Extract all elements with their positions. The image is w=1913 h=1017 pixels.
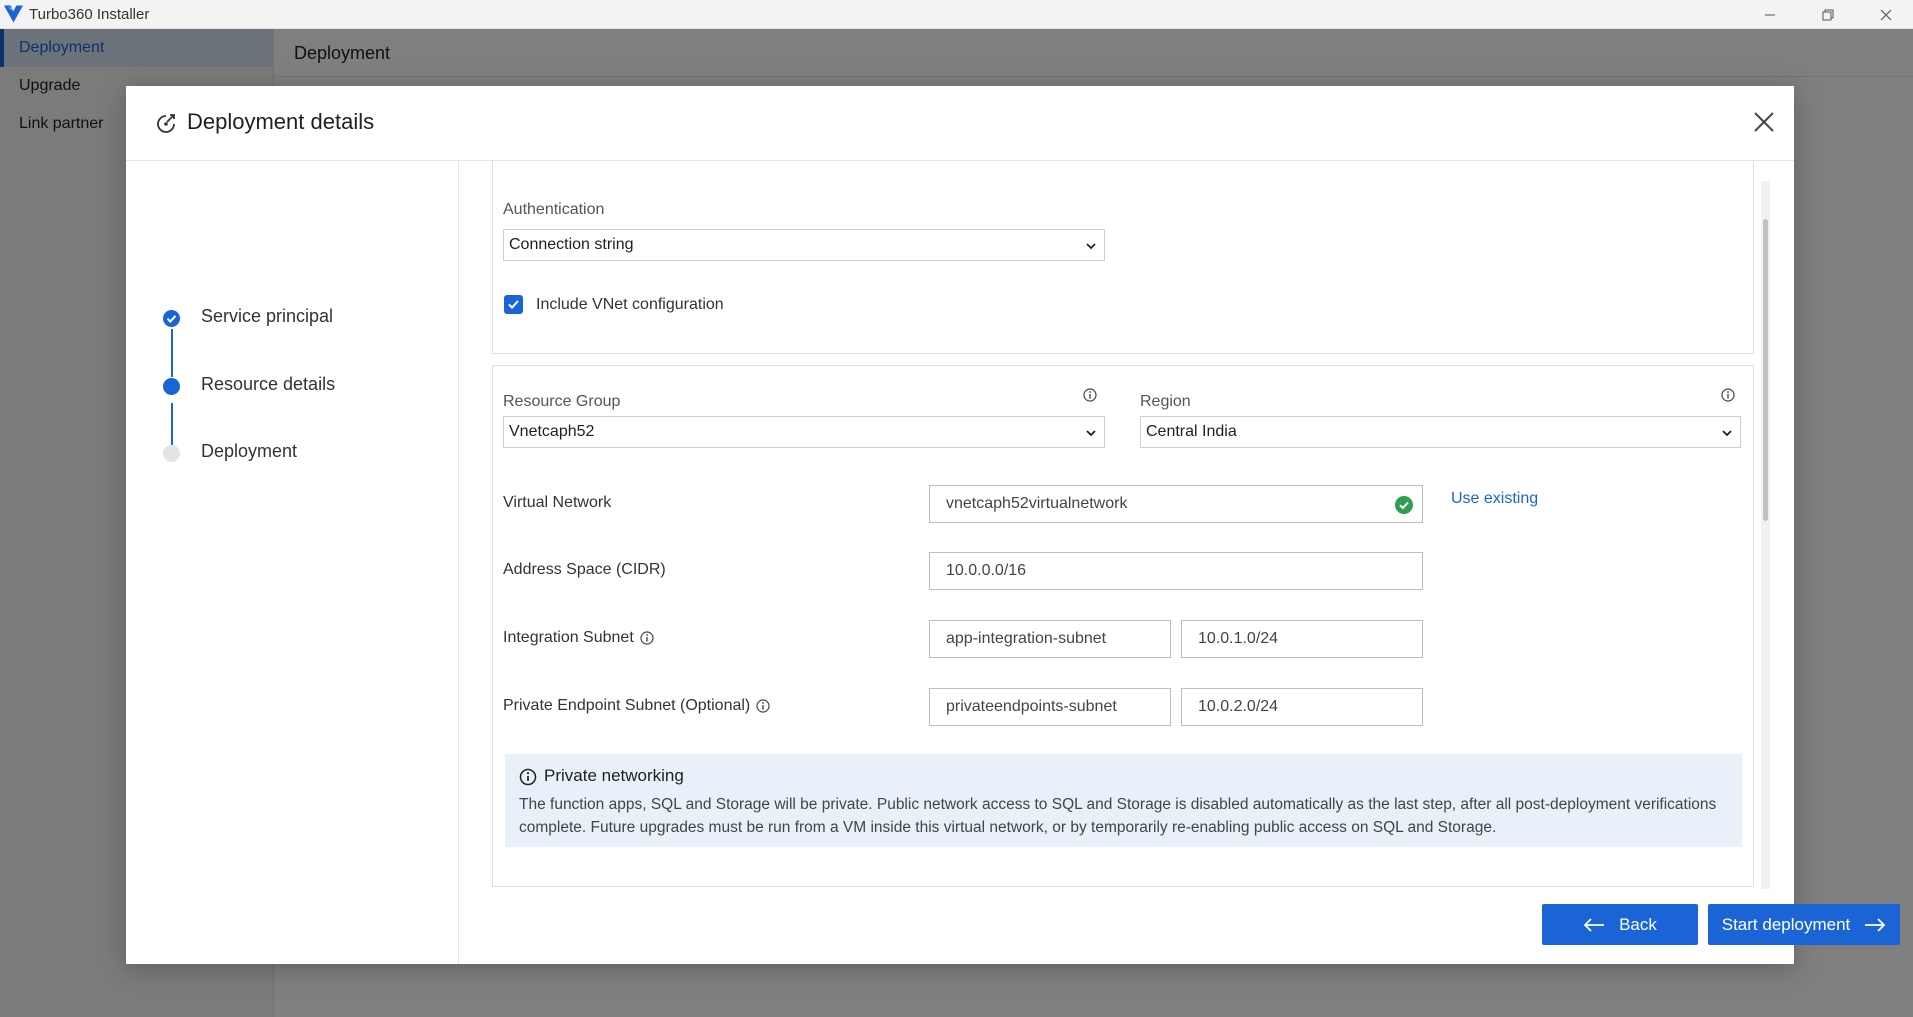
info-icon[interactable] — [756, 699, 770, 713]
virtual-network-input[interactable]: vnetcaph52virtualnetwork — [929, 485, 1423, 523]
integration-subnet-name: app-integration-subnet — [946, 630, 1107, 647]
address-space-value: 10.0.0.0/16 — [946, 562, 1027, 579]
resource-group-value: Vnetcaph52 — [509, 423, 595, 440]
back-button-label: Back — [1619, 914, 1657, 934]
modal-header: Deployment details — [126, 86, 1794, 161]
private-endpoint-subnet-cidr-input[interactable]: 10.0.2.0/24 — [1181, 688, 1423, 726]
callout-title: Private networking — [544, 766, 684, 785]
app-title: Turbo360 Installer — [29, 6, 150, 23]
scrollbar-thumb[interactable] — [1763, 219, 1768, 521]
callout-text: The function apps, SQL and Storage will … — [519, 796, 1717, 836]
virtual-network-value: vnetcaph52virtualnetwork — [946, 495, 1128, 512]
steps-panel: Service principal Resource details Deplo… — [126, 161, 459, 964]
modal-close-button[interactable] — [1749, 107, 1779, 137]
step-label: Deployment — [201, 441, 298, 461]
start-deployment-label: Start deployment — [1721, 914, 1851, 934]
authentication-select[interactable]: Connection string — [503, 229, 1105, 261]
valid-check-icon — [1395, 496, 1413, 514]
chevron-down-icon — [1722, 430, 1732, 437]
arrow-right-icon — [1865, 917, 1886, 932]
minimize-icon — [1765, 14, 1775, 15]
deployment-details-dialog: Deployment details Service principal Res… — [126, 86, 1900, 964]
turbo360-logo-icon — [4, 5, 23, 23]
chevron-down-icon — [1086, 243, 1096, 250]
restore-button[interactable] — [1799, 0, 1857, 29]
info-icon[interactable] — [640, 631, 654, 645]
step-current-icon — [163, 378, 180, 395]
check-icon — [508, 300, 519, 309]
step-pending-icon — [163, 445, 180, 462]
private-endpoint-subnet-label: Private Endpoint Subnet (Optional) — [503, 697, 770, 715]
step-connector — [171, 403, 173, 445]
include-vnet-checkbox[interactable] — [504, 295, 523, 314]
authentication-value: Connection string — [509, 236, 634, 253]
integration-subnet-label: Integration Subnet — [503, 629, 654, 647]
private-endpoint-subnet-cidr: 10.0.2.0/24 — [1198, 698, 1279, 715]
region-label: Region — [1140, 393, 1191, 410]
authentication-label: Authentication — [503, 201, 605, 218]
restore-icon — [1822, 9, 1834, 20]
info-icon[interactable] — [1083, 388, 1097, 402]
arrow-left-icon — [1583, 917, 1605, 932]
resource-group-select[interactable]: Vnetcaph52 — [503, 416, 1105, 448]
address-space-label: Address Space (CIDR) — [503, 561, 666, 578]
region-select[interactable]: Central India — [1140, 416, 1741, 448]
minimize-button[interactable] — [1741, 0, 1799, 29]
chevron-down-icon — [1086, 430, 1096, 437]
integration-subnet-cidr-input[interactable]: 10.0.1.0/24 — [1181, 620, 1423, 658]
use-existing-link[interactable]: Use existing — [1451, 490, 1538, 508]
form-content: Authentication Connection string Include… — [459, 161, 1900, 964]
region-value: Central India — [1146, 423, 1237, 440]
virtual-network-label: Virtual Network — [503, 494, 612, 511]
integration-subnet-cidr: 10.0.1.0/24 — [1198, 630, 1279, 647]
back-button[interactable]: Back — [1542, 904, 1698, 945]
close-icon — [1880, 9, 1892, 20]
private-networking-callout: Private networking The function apps, SQ… — [505, 754, 1742, 847]
vnet-card: Resource Group Vnetcaph52 Region Central… — [492, 365, 1754, 887]
close-icon — [1754, 112, 1774, 132]
info-icon — [519, 768, 537, 786]
integration-subnet-name-input[interactable]: app-integration-subnet — [929, 620, 1171, 658]
step-connector — [171, 335, 173, 377]
resource-group-label: Resource Group — [503, 393, 621, 410]
step-complete-icon — [163, 310, 180, 327]
step-label: Service principal — [201, 306, 334, 326]
window-close-button[interactable] — [1857, 0, 1913, 29]
authentication-card: Authentication Connection string Include… — [492, 161, 1754, 354]
deploy-icon — [157, 114, 175, 133]
step-label: Resource details — [201, 374, 336, 394]
start-deployment-button[interactable]: Start deployment — [1708, 904, 1900, 945]
modal-title: Deployment details — [187, 109, 375, 134]
info-icon[interactable] — [1721, 388, 1735, 402]
title-bar: Turbo360 Installer — [0, 0, 1913, 29]
private-endpoint-subnet-name: privateendpoints-subnet — [946, 698, 1117, 715]
address-space-input[interactable]: 10.0.0.0/16 — [929, 552, 1423, 590]
include-vnet-label: Include VNet configuration — [536, 296, 724, 313]
private-endpoint-subnet-name-input[interactable]: privateendpoints-subnet — [929, 688, 1171, 726]
